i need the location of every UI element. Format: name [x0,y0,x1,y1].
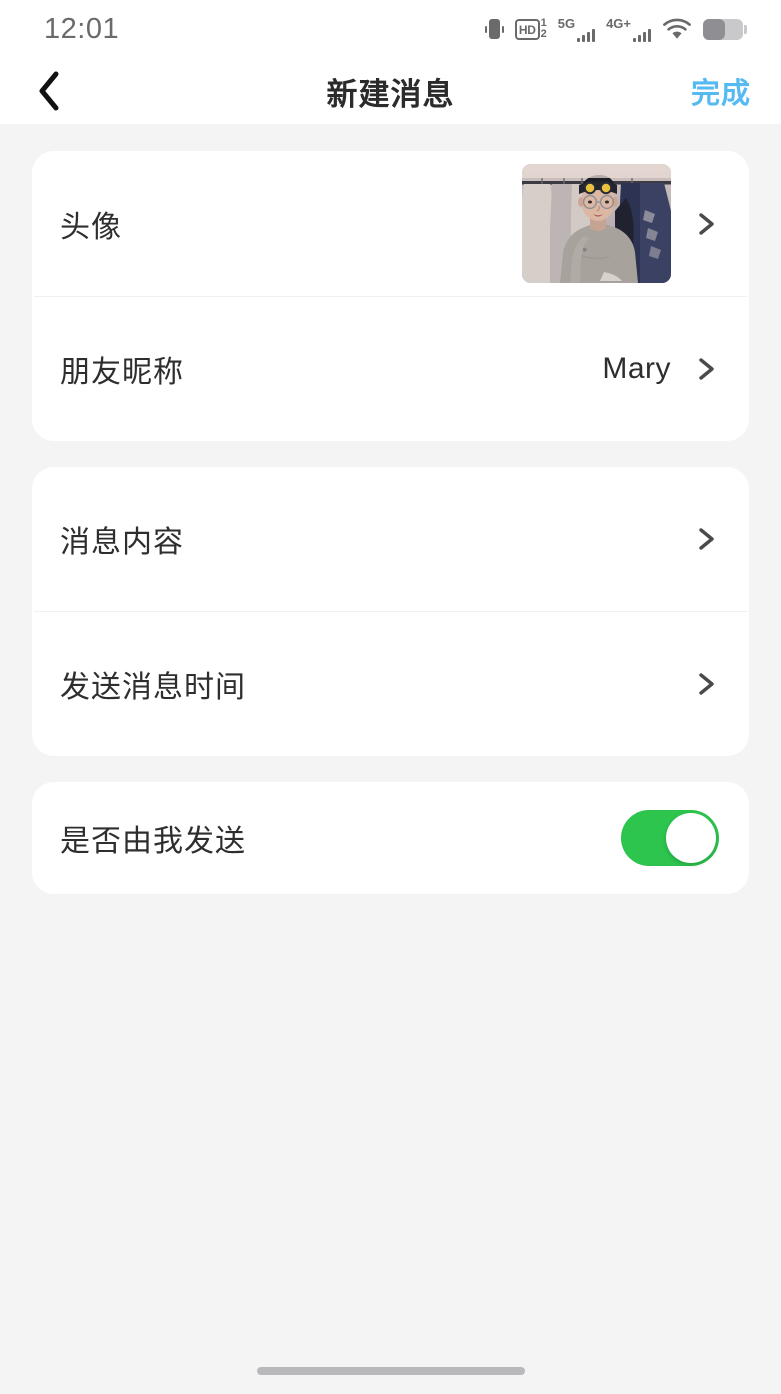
hd-voice-denominator: 2 [540,28,547,40]
signal-4g-plus-label: 4G+ [606,16,631,31]
sender-section: 是否由我发送 [32,782,749,894]
vibrate-body [488,19,500,39]
page-title: 新建消息 [326,76,455,112]
signal-5g-icon: 5G [557,16,596,42]
signal-4g-plus-bars [633,27,651,42]
home-indicator-area [0,1348,781,1394]
battery-icon [703,18,747,40]
vibrate-wave-left [484,25,487,33]
send-time-row[interactable]: 发送消息时间 [32,612,749,756]
vibrate-icon [484,17,504,41]
sent-by-me-row: 是否由我发送 [32,782,749,894]
sent-by-me-toggle[interactable] [621,810,719,866]
nickname-row-label: 朋友昵称 [60,356,184,389]
send-time-row-label: 发送消息时间 [60,671,246,704]
home-indicator[interactable] [256,1367,525,1375]
hd-voice-icon: HD 1 2 [514,17,547,41]
vibrate-wave-right [501,25,504,33]
message-content-row-label: 消息内容 [60,526,184,559]
chevron-right-icon [693,671,719,697]
wifi-icon [662,17,692,41]
hd-voice-label: HD [514,19,540,40]
chevron-left-icon [39,71,59,111]
avatar-row-label: 头像 [60,210,122,244]
chevron-right-icon [693,356,719,382]
message-content-row[interactable]: 消息内容 [32,467,749,611]
signal-5g-label: 5G [557,16,576,31]
settings-content: 头像 朋友昵称 Mary 消息内容 发送消息时间 是否由我发送 [0,124,781,1348]
status-bar-icons: HD 1 2 5G 4G+ [484,16,747,42]
done-button[interactable]: 完成 [691,70,751,112]
chevron-right-icon [693,211,719,237]
nickname-row-value: Mary [602,352,671,385]
battery-fill [703,18,725,40]
signal-5g-bars [577,27,596,42]
sent-by-me-row-label: 是否由我发送 [60,825,246,858]
status-bar-clock: 12:01 [44,12,120,45]
avatar[interactable] [522,164,671,283]
hd-voice-sim-indicator: 1 2 [541,17,547,41]
status-bar: 12:01 HD 1 2 5G 4G+ [0,0,781,58]
app-screen: 12:01 HD 1 2 5G 4G+ 新建消息 完成 头像 朋友昵称 Mary… [0,0,781,1394]
sent-by-me-toggle-knob [666,813,716,863]
message-section: 消息内容 发送消息时间 [32,467,749,756]
nickname-row[interactable]: 朋友昵称 Mary [32,297,749,441]
signal-4g-plus-icon: 4G+ [606,16,651,42]
avatar-row[interactable]: 头像 [32,151,749,296]
back-button[interactable] [34,63,90,119]
chevron-right-icon [693,526,719,552]
profile-section: 头像 朋友昵称 Mary [32,151,749,441]
navigation-bar: 新建消息 完成 [0,58,781,124]
